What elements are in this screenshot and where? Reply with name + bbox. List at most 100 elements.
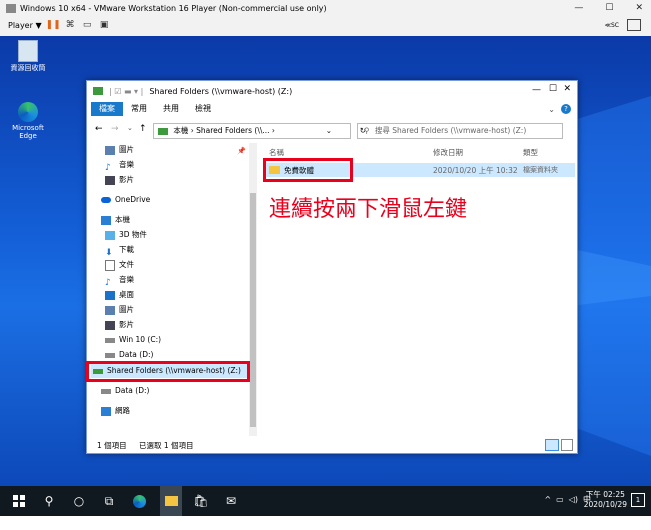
address-dropdown-icon[interactable]: ⌄ bbox=[326, 124, 332, 138]
nav-item-pictures-2[interactable]: 圖片 bbox=[105, 303, 134, 317]
documents-icon bbox=[105, 259, 115, 271]
status-bar: 1 個項目 已選取 1 個項目 bbox=[87, 437, 577, 453]
edge-icon bbox=[18, 102, 38, 122]
nav-item-data-d[interactable]: Data (D:) bbox=[105, 348, 153, 362]
ribbon-expand-icon[interactable]: ⌄ bbox=[548, 105, 555, 114]
store-taskbar-icon[interactable]: 🛍 bbox=[192, 492, 210, 510]
column-modified[interactable]: 修改日期 bbox=[433, 147, 463, 158]
recycle-bin-icon bbox=[18, 40, 38, 62]
pause-icon[interactable]: ❚❚ bbox=[46, 20, 61, 30]
tab-home[interactable]: 常用 bbox=[123, 102, 155, 116]
nav-item-desktop[interactable]: 桌面 bbox=[105, 288, 134, 302]
esc-indicator: ≪SC bbox=[604, 21, 619, 29]
edge-label: Microsoft Edge bbox=[12, 124, 44, 140]
address-bar[interactable]: 本機 › Shared Folders (\\... › ⌄ ↻ bbox=[153, 123, 366, 139]
drive-icon bbox=[105, 352, 115, 358]
file-explorer-taskbar-icon[interactable] bbox=[160, 486, 182, 516]
bottom-margin bbox=[0, 516, 651, 530]
pictures-icon bbox=[105, 145, 115, 155]
nav-scrollbar-thumb[interactable] bbox=[250, 193, 256, 427]
network-tray-icon[interactable]: ▭ bbox=[556, 495, 564, 504]
highlight-nav-box bbox=[86, 361, 250, 382]
nav-item-music-2[interactable]: ♪ 音樂 bbox=[105, 273, 134, 288]
start-button[interactable] bbox=[10, 492, 28, 510]
desktop-icon bbox=[105, 290, 115, 300]
drive-icon bbox=[101, 388, 111, 394]
close-icon[interactable]: ✕ bbox=[635, 3, 643, 13]
back-icon[interactable]: ← bbox=[95, 124, 103, 134]
navigation-pane: 📌 圖片 ♪ 音樂 影片 OneDrive 本機 3D 物件 ⬇ 下載 文件 ♪ 音樂… bbox=[87, 143, 249, 436]
tab-file[interactable]: 檔案 bbox=[91, 102, 123, 116]
send-ctrl-alt-del-icon[interactable]: ⌘ bbox=[65, 20, 76, 30]
nav-item-network[interactable]: 網路 bbox=[101, 404, 130, 418]
tab-share[interactable]: 共用 bbox=[155, 102, 187, 116]
status-selected: 已選取 1 個項目 bbox=[139, 441, 194, 450]
volume-icon[interactable]: ◁) bbox=[569, 495, 578, 504]
vmware-titlebar: Windows 10 x64 - VMware Workstation 16 P… bbox=[0, 0, 651, 36]
minimize-icon[interactable]: — bbox=[574, 3, 583, 13]
unity-icon[interactable]: ▣ bbox=[99, 20, 110, 30]
file-list: 名稱 修改日期 類型 免費軟體 2020/10/20 上午 10:32 檔案資料… bbox=[257, 143, 577, 436]
up-icon[interactable]: ↑ bbox=[139, 124, 147, 134]
removable-devices-icon[interactable]: ▭ bbox=[82, 20, 93, 30]
task-view-icon[interactable]: ⧉ bbox=[100, 492, 118, 510]
drive-title-icon bbox=[93, 87, 103, 95]
large-icons-view-icon[interactable] bbox=[561, 439, 573, 451]
ribbon-tabs: 檔案 常用 共用 檢視 ⌄ ? bbox=[87, 101, 577, 117]
pin-icon[interactable]: 📌 bbox=[237, 147, 246, 155]
nav-item-videos-2[interactable]: 影片 bbox=[105, 318, 134, 332]
nav-item-documents[interactable]: 文件 bbox=[105, 258, 134, 272]
nav-item-data-d-2[interactable]: Data (D:) bbox=[101, 384, 149, 398]
window-close-icon[interactable]: ✕ bbox=[563, 84, 571, 94]
window-minimize-icon[interactable]: — bbox=[532, 85, 541, 95]
highlight-folder-box bbox=[263, 158, 353, 182]
column-type[interactable]: 類型 bbox=[523, 147, 538, 158]
maximize-icon[interactable]: ☐ bbox=[605, 3, 613, 13]
forward-icon[interactable]: → bbox=[111, 124, 119, 134]
search-box[interactable]: ⚲ 搜尋 Shared Folders (\\vmware-host) (Z:) bbox=[357, 123, 563, 139]
address-row: ← → ⌄ ↑ 本機 › Shared Folders (\\... › ⌄ ↻… bbox=[87, 119, 577, 143]
tab-view[interactable]: 檢視 bbox=[187, 102, 219, 116]
mail-taskbar-icon[interactable]: ✉ bbox=[222, 492, 240, 510]
search-icon: ⚲ bbox=[364, 126, 370, 135]
nav-item-3d-objects[interactable]: 3D 物件 bbox=[105, 228, 147, 242]
address-path: 本機 › Shared Folders (\\... › bbox=[173, 126, 275, 135]
quick-access-toolbar[interactable]: | ☑ ▬ ▾ | bbox=[109, 87, 143, 96]
drive-icon bbox=[105, 337, 115, 343]
window-maximize-icon[interactable]: ☐ bbox=[549, 84, 557, 94]
clock-date: 2020/10/29 bbox=[583, 500, 627, 509]
clock-time: 下午 02:25 bbox=[585, 490, 625, 499]
status-item-count: 1 個項目 bbox=[97, 441, 127, 450]
nav-item-downloads[interactable]: ⬇ 下載 bbox=[105, 243, 134, 258]
nav-item-win10-c[interactable]: Win 10 (C:) bbox=[105, 333, 161, 347]
drive-address-icon bbox=[158, 127, 168, 135]
column-name[interactable]: 名稱 bbox=[269, 147, 284, 158]
recycle-bin-shortcut[interactable]: 資源回收筒 bbox=[5, 40, 51, 72]
help-icon[interactable]: ? bbox=[561, 104, 571, 114]
edge-taskbar-icon[interactable] bbox=[130, 492, 148, 510]
nav-scrollbar[interactable] bbox=[249, 143, 257, 436]
fullscreen-icon[interactable] bbox=[627, 19, 641, 31]
recent-locations-icon[interactable]: ⌄ bbox=[127, 124, 133, 132]
player-menu-button[interactable]: Player ▼ bbox=[8, 21, 42, 30]
explorer-title: Shared Folders (\\vmware-host) (Z:) bbox=[149, 86, 293, 96]
taskbar-clock[interactable]: 下午 02:25 2020/10/29 bbox=[584, 490, 627, 510]
tray-expand-icon[interactable]: ^ bbox=[544, 495, 551, 504]
nav-item-music[interactable]: ♪ 音樂 bbox=[105, 158, 134, 173]
details-view-icon[interactable] bbox=[545, 439, 559, 451]
pictures-icon bbox=[105, 305, 115, 315]
search-taskbar-icon[interactable]: ⚲ bbox=[40, 492, 58, 510]
nav-item-pictures[interactable]: 圖片 bbox=[105, 143, 134, 157]
taskbar: ⚲ ○ ⧉ 🛍 ✉ ^ ▭ ◁) 中 下午 02:25 2020/10/29 1 bbox=[0, 486, 651, 516]
vmware-logo-icon bbox=[6, 4, 16, 13]
vmware-window-title: Windows 10 x64 - VMware Workstation 16 P… bbox=[20, 4, 327, 13]
notification-icon[interactable]: 1 bbox=[631, 493, 645, 507]
recycle-bin-label: 資源回收筒 bbox=[10, 64, 46, 72]
nav-item-this-pc[interactable]: 本機 bbox=[101, 213, 130, 227]
edge-shortcut[interactable]: Microsoft Edge bbox=[5, 102, 51, 140]
nav-item-videos[interactable]: 影片 bbox=[105, 173, 134, 187]
windows-logo-icon bbox=[13, 495, 25, 507]
nav-item-onedrive[interactable]: OneDrive bbox=[101, 193, 150, 207]
cortana-icon[interactable]: ○ bbox=[70, 492, 88, 510]
videos-icon bbox=[105, 320, 115, 330]
